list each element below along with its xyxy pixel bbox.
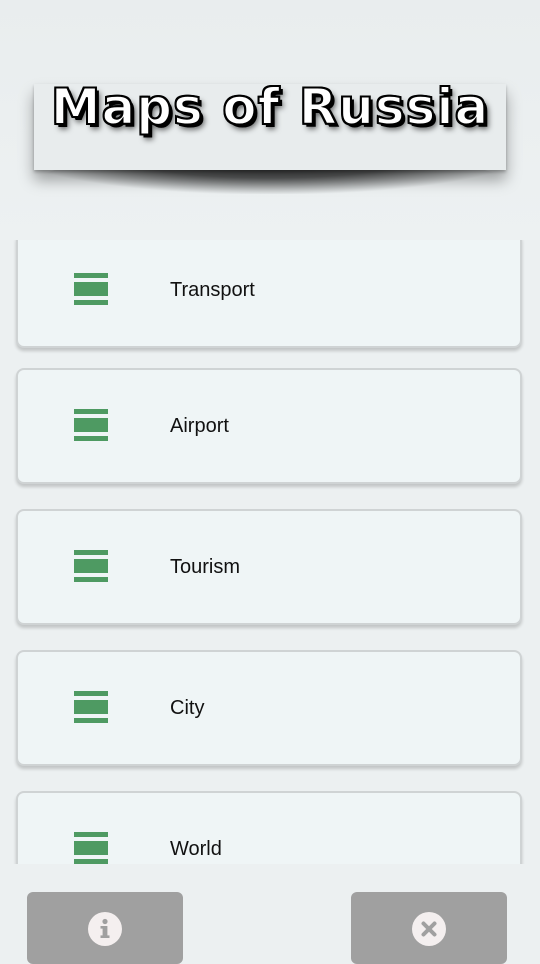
menu-item-world[interactable]: World bbox=[16, 791, 522, 864]
menu-list: Transport Airport Tourism City World bbox=[0, 240, 540, 864]
menu-item-label: Tourism bbox=[170, 556, 241, 578]
menu-item-airport[interactable]: Airport bbox=[16, 368, 522, 484]
close-icon bbox=[412, 912, 446, 946]
menu-item-label: World bbox=[170, 838, 222, 860]
menu-item-label: Transport bbox=[170, 279, 255, 301]
menu-item-label: City bbox=[170, 697, 205, 719]
menu-item-city[interactable]: City bbox=[16, 650, 522, 766]
menu-bars-icon bbox=[74, 691, 108, 723]
menu-item-label: Airport bbox=[170, 415, 229, 437]
info-button[interactable] bbox=[27, 892, 183, 964]
menu-bars-icon bbox=[74, 409, 108, 441]
close-button[interactable] bbox=[351, 892, 507, 964]
menu-item-tourism[interactable]: Tourism bbox=[16, 509, 522, 625]
bottom-bar bbox=[0, 864, 540, 964]
info-icon bbox=[88, 912, 122, 946]
menu-item-transport[interactable]: Transport bbox=[16, 240, 522, 348]
menu-bars-icon bbox=[74, 550, 108, 582]
app-header: Maps of Russia bbox=[0, 0, 540, 240]
page-title: Maps of Russia bbox=[50, 77, 490, 137]
menu-bars-icon bbox=[74, 832, 108, 864]
menu-bars-icon bbox=[74, 273, 108, 305]
